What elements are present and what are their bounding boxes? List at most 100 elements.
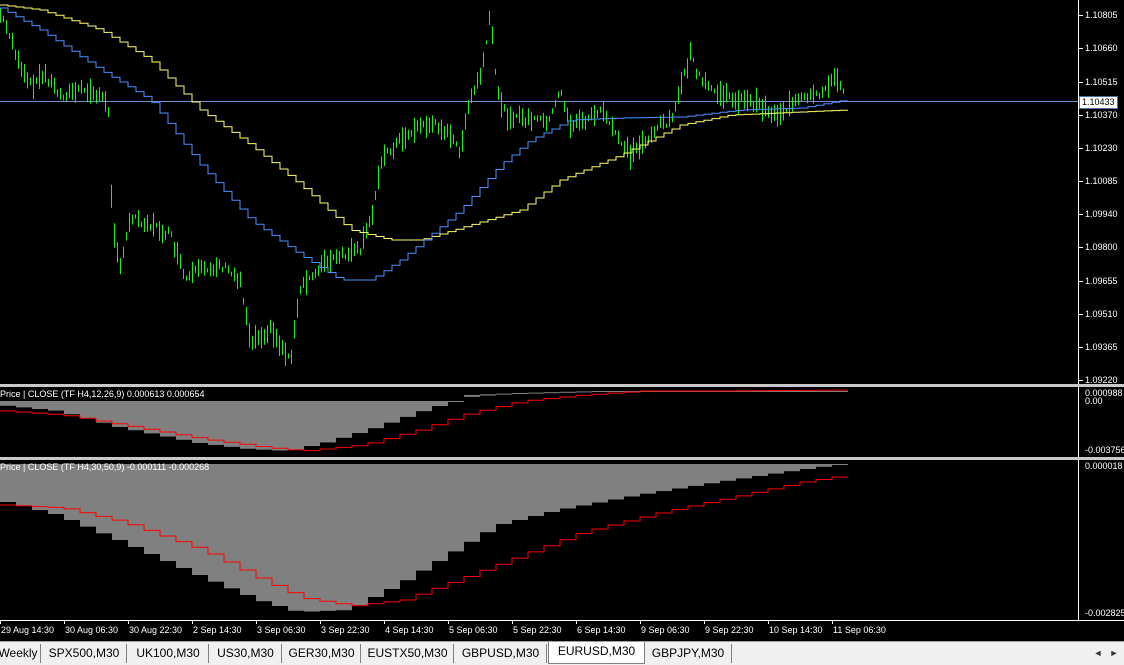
histogram-bar [560, 464, 576, 509]
histogram-bar [704, 464, 720, 484]
price-axis-label: 1.09940 [1085, 209, 1118, 219]
histogram-bar [816, 391, 832, 392]
price-axis[interactable]: 1.10805 1.10660 1.10515 1.10370 1.10230 1.100… [1078, 0, 1124, 384]
indicator2-axis-max: 0.000018 [1085, 461, 1123, 471]
histogram-bar [416, 464, 432, 571]
price-axis-label: 1.09365 [1085, 342, 1118, 352]
time-axis-tick [768, 621, 769, 624]
price-axis-tick [1079, 380, 1083, 381]
time-axis-label: 2 Sep 14:30 [193, 625, 242, 635]
histogram-bar [304, 464, 320, 612]
histogram-bar [176, 401, 192, 440]
symbol-tab[interactable]: UK100,M30 [128, 644, 209, 663]
histogram-bar [400, 401, 416, 417]
histogram-bar [640, 464, 656, 494]
histogram-bar [272, 401, 288, 451]
indicator2-svg [0, 464, 848, 612]
price-axis-tick [1079, 148, 1083, 149]
histogram-bar [592, 464, 608, 503]
price-chart-svg [0, 4, 1078, 366]
price-axis-tick [1079, 82, 1083, 83]
indicator1-axis-min: -0.003756 [1085, 445, 1124, 455]
histogram-bar [112, 464, 128, 540]
price-axis-label: 1.10515 [1085, 77, 1118, 87]
histogram-bar [160, 464, 176, 561]
time-axis-tick [0, 621, 1, 624]
histogram-bar [96, 464, 112, 534]
histogram-bar [672, 464, 688, 489]
time-axis-tick [384, 621, 385, 624]
histogram-bar [512, 393, 528, 394]
price-axis-label: 1.10230 [1085, 143, 1118, 153]
price-axis-label: 1.10370 [1085, 110, 1118, 120]
histogram-bar [608, 464, 624, 500]
symbol-tab[interactable]: EURUSD,M30 [548, 642, 645, 664]
indicator2-axis[interactable]: 0.000018 -0.002825 [1078, 460, 1124, 620]
time-axis[interactable]: 29 Aug 14:30 30 Aug 06:30 30 Aug 22:30 2 Se… [0, 620, 1124, 641]
histogram-bar [496, 464, 512, 524]
price-axis-tick [1079, 314, 1083, 315]
histogram-bar [432, 401, 448, 406]
histogram-bar [656, 464, 672, 492]
histogram-bar [336, 401, 352, 438]
symbol-tab[interactable]: GER30,M30 [283, 644, 361, 663]
time-axis-tick [128, 621, 129, 624]
time-axis-label: 10 Sep 14:30 [769, 625, 823, 635]
time-axis-label: 30 Aug 22:30 [129, 625, 183, 635]
histogram-bar [720, 464, 736, 481]
histogram-bar [240, 401, 256, 449]
time-axis-tick [192, 621, 193, 624]
histogram-bar [208, 401, 224, 445]
histogram-bar [816, 464, 832, 467]
time-axis-tick [832, 621, 833, 624]
histogram-bar [240, 464, 256, 595]
tab-scroll-right-button[interactable]: ► [1108, 646, 1120, 660]
histogram-bar [832, 391, 848, 392]
symbol-tab[interactable]: GBPJPY,M30 [645, 644, 732, 663]
histogram-bar [416, 401, 432, 412]
symbol-tab[interactable]: GBPUSD,M30 [455, 644, 547, 663]
time-axis-label: 29 Aug 14:30 [1, 625, 55, 635]
histogram-bar [768, 391, 784, 392]
histogram-bar [96, 401, 112, 423]
histogram-bar [432, 464, 448, 561]
histogram-bar [624, 464, 640, 497]
histogram-bar [144, 464, 160, 554]
indicator1-axis[interactable]: 0.000988 0.00 -0.003756 [1078, 387, 1124, 457]
histogram-bar [384, 401, 400, 423]
tab-scroll-left-button[interactable]: ◄ [1092, 646, 1104, 660]
histogram-bar [688, 464, 704, 486]
symbol-tab[interactable]: SPX500,M30 [42, 644, 127, 663]
symbol-tab[interactable]: EUSTX50,M30 [362, 644, 454, 663]
histogram-bar [224, 401, 240, 447]
histogram-bar [288, 401, 304, 450]
histogram-bar [208, 464, 224, 582]
time-axis-tick [64, 621, 65, 624]
histogram-bar [336, 464, 352, 611]
price-axis-tick [1079, 347, 1083, 348]
time-axis-tick [576, 621, 577, 624]
histogram-bar [160, 401, 176, 437]
histogram-bar [144, 401, 160, 434]
histogram-bar [784, 391, 800, 392]
indicator2-label: Price | CLOSE (TF H4,30,50,9) -0.000111 … [0, 462, 210, 472]
histogram-bar [576, 464, 592, 506]
indicator2-pane[interactable] [0, 460, 1078, 620]
price-axis-label: 1.10805 [1085, 10, 1118, 20]
time-axis-tick [512, 621, 513, 624]
histogram-bar [352, 464, 368, 605]
histogram-bar [352, 401, 368, 433]
time-axis-label: 4 Sep 14:30 [385, 625, 434, 635]
histogram-bar [528, 392, 544, 394]
symbol-tab[interactable]: Weekly [0, 644, 41, 663]
price-axis-tick [1079, 247, 1083, 248]
histogram-bar [192, 401, 208, 443]
indicator1-axis-zero: 0.00 [1085, 396, 1103, 406]
histogram-bar [256, 464, 272, 602]
histogram-bar [384, 464, 400, 589]
histogram-bar [480, 394, 496, 396]
symbol-tab[interactable]: US30,M30 [210, 644, 282, 663]
main-chart-pane[interactable] [0, 0, 1078, 384]
histogram-bar [400, 464, 416, 581]
histogram-bar [528, 464, 544, 516]
